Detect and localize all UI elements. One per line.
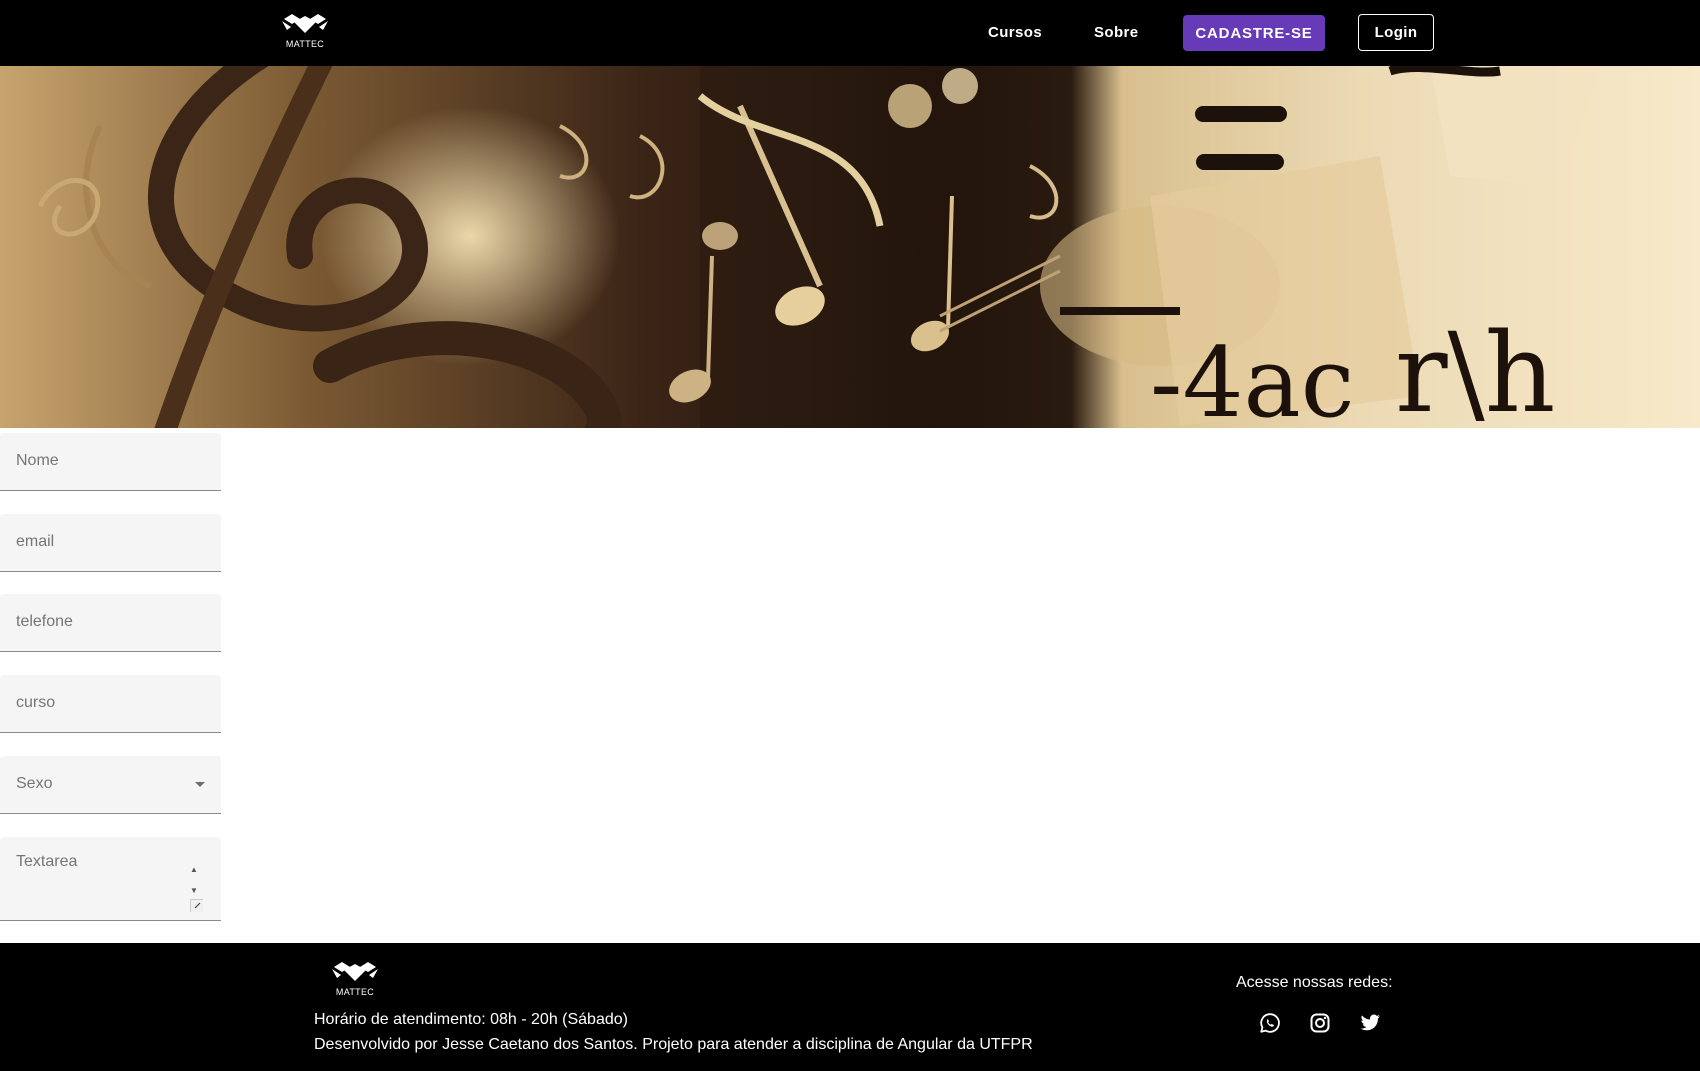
whatsapp-icon[interactable] bbox=[1258, 1011, 1282, 1035]
nome-field[interactable] bbox=[0, 433, 221, 491]
instagram-icon[interactable] bbox=[1308, 1011, 1332, 1035]
nav-sobre-link[interactable]: Sobre bbox=[1094, 15, 1139, 51]
music-math-illustration: -4ac r\h bbox=[37, 66, 1600, 428]
nav-cursos-link[interactable]: Cursos bbox=[988, 15, 1042, 51]
curso-field[interactable] bbox=[0, 675, 221, 733]
cadastre-se-button[interactable]: CADASTRE-SE bbox=[1183, 15, 1325, 51]
footer-credit-text: Desenvolvido por Jesse Caetano dos Santo… bbox=[314, 1036, 1033, 1053]
footer: MATTEC Horário de atendimento: 08h - 20h… bbox=[0, 943, 1700, 1071]
scroll-up-icon[interactable]: ▲ bbox=[190, 865, 198, 874]
social-title: Acesse nossas redes: bbox=[1236, 974, 1393, 991]
nome-input[interactable] bbox=[16, 433, 196, 489]
telefone-input[interactable] bbox=[16, 594, 196, 650]
textarea-field[interactable]: ▲ ▼ bbox=[0, 837, 221, 921]
textarea-input[interactable] bbox=[16, 853, 196, 913]
hero-banner-image: -4ac r\h bbox=[0, 66, 1700, 428]
footer-logo: MATTEC bbox=[332, 962, 378, 997]
textarea-scroll-spinner[interactable]: ▲ ▼ bbox=[187, 865, 201, 895]
curso-input[interactable] bbox=[16, 675, 196, 731]
login-button[interactable]: Login bbox=[1358, 14, 1434, 51]
logo-text: MATTEC bbox=[335, 987, 375, 997]
footer-hours-text: Horário de atendimento: 08h - 20h (Sábad… bbox=[314, 1011, 628, 1028]
telefone-field[interactable] bbox=[0, 594, 221, 652]
header-logo[interactable]: MATTEC bbox=[282, 14, 328, 49]
scroll-down-icon[interactable]: ▼ bbox=[190, 886, 198, 895]
logo-icon bbox=[282, 14, 328, 33]
sexo-select-label: Sexo bbox=[16, 775, 53, 792]
dropdown-arrow-icon[interactable] bbox=[195, 782, 205, 787]
banner-equation-text: -4ac bbox=[1150, 327, 1355, 428]
logo-icon bbox=[332, 962, 378, 981]
sexo-select[interactable]: Sexo bbox=[0, 756, 221, 814]
logo-text: MATTEC bbox=[285, 39, 325, 49]
email-field[interactable] bbox=[0, 514, 221, 572]
resize-handle-icon[interactable] bbox=[190, 899, 203, 912]
email-input[interactable] bbox=[16, 514, 196, 570]
banner-equation-text-2: r\h bbox=[1395, 309, 1556, 428]
twitter-icon[interactable] bbox=[1358, 1011, 1382, 1035]
top-navbar: MATTEC Cursos Sobre CADASTRE-SE Login bbox=[0, 0, 1700, 66]
